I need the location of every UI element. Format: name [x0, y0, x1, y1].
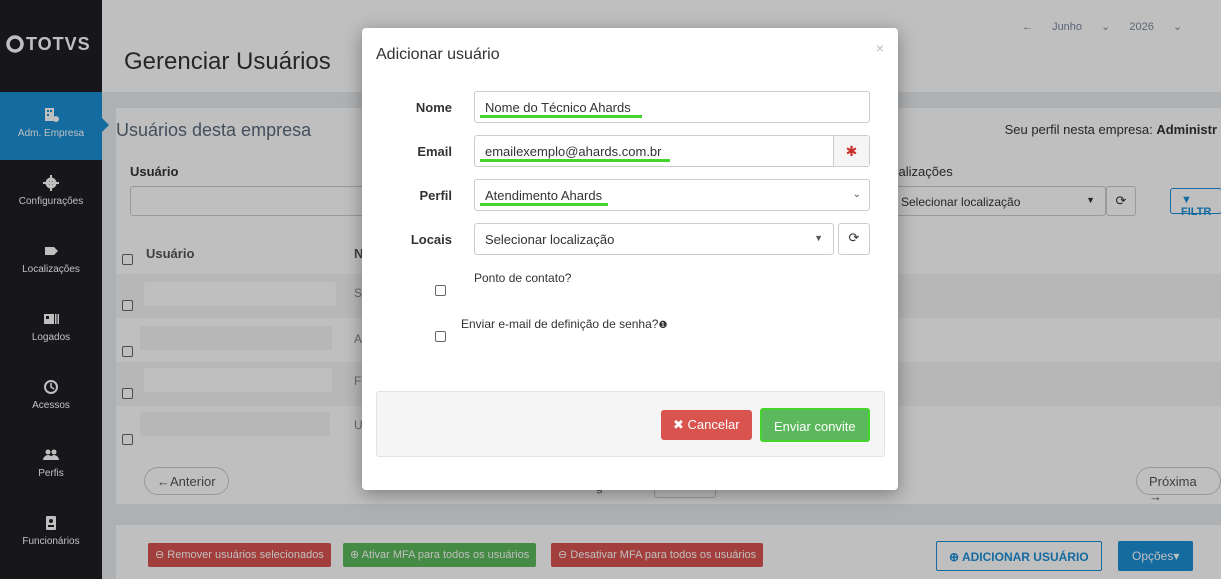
profile-select[interactable]: Atendimento Ahards ⌄	[474, 179, 870, 211]
send-invite-button[interactable]: Enviar convite	[760, 408, 870, 442]
caret-down-icon: ▼	[814, 233, 823, 243]
highlight-underline	[480, 203, 608, 206]
email-field-value: emailexemplo@ahards.com.br	[485, 144, 662, 159]
cancel-button[interactable]: ✖ Cancelar	[661, 410, 752, 440]
refresh-icon: ⟳	[848, 230, 860, 245]
profile-select-value: Atendimento Ahards	[485, 188, 603, 203]
send-password-email-checkbox[interactable]	[435, 331, 446, 342]
locations-label: Locais	[410, 232, 452, 247]
name-field-value: Nome do Técnico Ahards	[485, 100, 631, 115]
contact-point-checkbox[interactable]	[435, 285, 446, 296]
profile-label: Perfil	[419, 188, 452, 203]
name-label: Nome	[415, 100, 452, 115]
name-field[interactable]: Nome do Técnico Ahards	[474, 91, 870, 123]
close-icon: ✖	[673, 417, 684, 432]
locations-select-value: Selecionar localização	[485, 232, 615, 247]
send-password-email-text: Enviar e-mail de definição de senha?	[461, 317, 659, 331]
locations-select[interactable]: Selecionar localização ▼	[474, 223, 834, 255]
email-label: Email	[417, 144, 452, 159]
email-field[interactable]: emailexemplo@ahards.com.br ✱	[474, 135, 870, 167]
button-label: Enviar convite	[774, 419, 856, 434]
contact-point-label: Ponto de contato?	[474, 271, 572, 285]
required-asterisk-icon: ✱	[833, 136, 869, 166]
modal-footer: ✖ Cancelar Enviar convite	[376, 391, 885, 457]
highlight-underline	[480, 115, 642, 118]
info-icon[interactable]: ❶	[658, 320, 667, 331]
chevron-down-icon: ⌄	[852, 189, 861, 200]
close-icon[interactable]: ×	[876, 40, 884, 56]
send-password-email-label: Enviar e-mail de definição de senha?❶	[461, 317, 667, 331]
highlight-underline	[480, 159, 670, 162]
button-label: Cancelar	[687, 417, 740, 432]
add-user-modal: Adicionar usuário × Nome Nome do Técnico…	[362, 28, 898, 490]
refresh-locations-button[interactable]: ⟳	[838, 223, 870, 255]
modal-title: Adicionar usuário	[376, 46, 500, 63]
